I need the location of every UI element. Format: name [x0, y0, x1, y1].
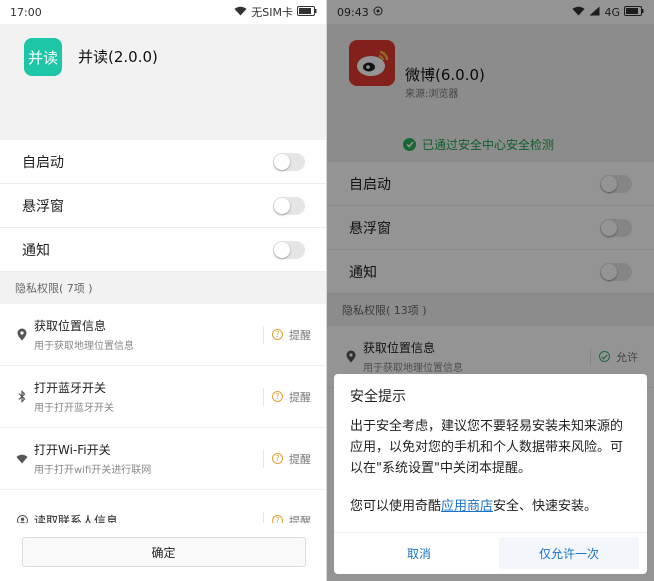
security-alert-dialog: 安全提示 出于安全考虑，建议您不要轻易安装未知来源的应用，以免对您的手机和个人数… — [334, 374, 647, 574]
permission-title: 打开Wi-Fi开关 — [34, 443, 111, 457]
status-time: 17:00 — [10, 5, 42, 19]
toggle-row-autostart: 自启动 — [0, 140, 327, 184]
bluetooth-icon — [16, 390, 28, 404]
wifi-status-icon — [234, 6, 247, 19]
permission-action-remind[interactable]: ? 提醒 — [263, 387, 311, 406]
dialog-divider — [334, 532, 647, 533]
dialog-store-hint: 您可以使用奇酷应用商店安全、快速安装。 — [350, 496, 640, 517]
permission-action-label: 提醒 — [289, 390, 311, 404]
permission-row-bluetooth[interactable]: 打开蓝牙开关 用于打开蓝牙开关 ? 提醒 — [0, 366, 327, 428]
permission-row-location[interactable]: 获取位置信息 用于获取地理位置信息 ? 提醒 — [0, 304, 327, 366]
toggle-label: 悬浮窗 — [22, 198, 64, 215]
permission-action-remind[interactable]: ? 提醒 — [263, 325, 311, 344]
app-header: 并读 并读(2.0.0) — [0, 24, 327, 140]
privacy-section-title: 隐私权限( 7项 ) — [0, 272, 327, 304]
permission-action-label: 提醒 — [289, 452, 311, 466]
dialog-hint-suffix: 安全、快速安装。 — [493, 499, 598, 514]
question-icon: ? — [272, 391, 283, 402]
permission-title: 打开蓝牙开关 — [34, 381, 107, 395]
bottom-bar: 确定 — [0, 523, 327, 581]
permission-desc: 用于打开wifi开关进行联网 — [34, 465, 152, 476]
carrier-label: 无SIM卡 — [251, 6, 293, 19]
confirm-button[interactable]: 确定 — [21, 537, 306, 567]
question-icon: ? — [272, 329, 283, 340]
permission-row-wifi[interactable]: 打开Wi-Fi开关 用于打开wifi开关进行联网 ? 提醒 — [0, 428, 327, 490]
question-icon: ? — [272, 453, 283, 464]
toggle-row-notification: 通知 — [0, 228, 327, 272]
dialog-message: 出于安全考虑，建议您不要轻易安装未知来源的应用，以免对您的手机和个人数据带来风险… — [350, 419, 624, 476]
dialog-hint-prefix: 您可以使用奇酷 — [350, 499, 442, 514]
permission-action-remind[interactable]: ? 提醒 — [263, 449, 311, 468]
right-screen: 09:43 4G 微博(6.0.0) 来源:浏览器 已通过安全中心安全检测 自启… — [327, 0, 654, 581]
status-bar: 17:00 无SIM卡 — [0, 0, 327, 24]
toggle-label: 自启动 — [22, 154, 64, 171]
app-title: 并读(2.0.0) — [78, 48, 158, 66]
notification-switch[interactable] — [273, 240, 305, 259]
permission-title: 获取位置信息 — [34, 319, 107, 333]
battery-icon — [297, 5, 317, 19]
cancel-button[interactable]: 取消 — [344, 537, 494, 569]
permission-desc: 用于获取地理位置信息 — [34, 341, 134, 352]
floating-window-switch[interactable] — [273, 196, 305, 215]
permission-action-label: 提醒 — [289, 328, 311, 342]
location-pin-icon — [16, 328, 28, 342]
permission-desc: 用于打开蓝牙开关 — [34, 403, 114, 414]
toggle-label: 通知 — [22, 242, 50, 259]
wifi-icon — [16, 452, 28, 466]
autostart-switch[interactable] — [273, 152, 305, 171]
app-store-link[interactable]: 应用商店 — [441, 499, 493, 514]
app-icon-text: 并读 — [27, 48, 58, 67]
app-icon-bingdu: 并读 — [24, 38, 62, 76]
dialog-title: 安全提示 — [350, 389, 406, 405]
allow-once-button[interactable]: 仅允许一次 — [499, 537, 639, 569]
toggle-row-floating-window: 悬浮窗 — [0, 184, 327, 228]
left-screen: 17:00 无SIM卡 并读 并读(2.0.0) 自启动 悬浮窗 通知 隐私权限… — [0, 0, 327, 581]
